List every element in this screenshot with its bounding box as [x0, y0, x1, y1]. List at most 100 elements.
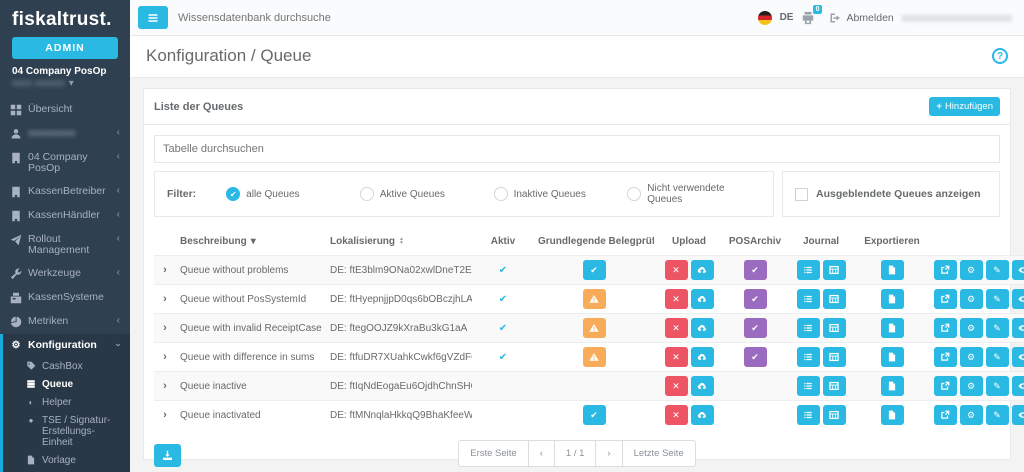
upload-disabled-button[interactable]: ✕ [665, 318, 688, 338]
receipt-validation-ok-button[interactable]: ✔ [583, 405, 606, 425]
hidden-queues-checkbox[interactable] [795, 188, 808, 201]
posarchiv-button[interactable]: ✔ [744, 260, 767, 280]
open-queue-button[interactable] [934, 405, 957, 425]
sidebar-subitem-cashbox[interactable]: CashBox [3, 357, 130, 375]
sidebar-item-rollout-management[interactable]: Rollout Management‹ [0, 228, 130, 262]
export-button[interactable] [881, 347, 904, 367]
upload-disabled-button[interactable]: ✕ [665, 260, 688, 280]
journal-list-button[interactable] [797, 318, 820, 338]
sidebar-item-kassenh-ndler[interactable]: KassenHändler‹ [0, 204, 130, 228]
receipt-validation-warning-button[interactable] [583, 289, 606, 309]
sidebar-item-kassenbetreiber[interactable]: KassenBetreiber‹ [0, 180, 130, 204]
sidebar-subitem-tse-signatur-erstellungs-einheit[interactable]: ●TSE / Signatur-Erstellungs-Einheit [3, 411, 130, 451]
upload-disabled-button[interactable]: ✕ [665, 347, 688, 367]
column-header-beschreibung[interactable]: Beschreibung▾ [176, 227, 326, 256]
view-queue-button[interactable] [1012, 318, 1024, 338]
edit-queue-button[interactable]: ✎ [986, 405, 1009, 425]
help-button[interactable]: ? [992, 48, 1008, 64]
open-queue-button[interactable] [934, 289, 957, 309]
journal-table-button[interactable] [823, 289, 846, 309]
edit-queue-button[interactable]: ✎ [986, 260, 1009, 280]
posarchiv-button[interactable]: ✔ [744, 347, 767, 367]
view-queue-button[interactable] [1012, 260, 1024, 280]
table-search-input[interactable] [154, 135, 1000, 163]
sidebar-subitem-queue[interactable]: Queue [3, 375, 130, 393]
language-label[interactable]: DE [780, 12, 794, 23]
menu-toggle-button[interactable] [138, 6, 168, 29]
column-header-lokalisierung[interactable]: Lokalisierung▲▼ [326, 227, 472, 256]
edit-queue-button[interactable]: ✎ [986, 376, 1009, 396]
sidebar-item-werkzeuge[interactable]: Werkzeuge‹ [0, 262, 130, 286]
sort-icon[interactable]: ▲▼ [399, 237, 404, 246]
german-flag-icon[interactable] [758, 11, 772, 25]
first-page-button[interactable]: Erste Seite [458, 440, 528, 467]
add-queue-button[interactable]: + Hinzufügen [929, 97, 1000, 116]
export-button[interactable] [881, 289, 904, 309]
open-queue-button[interactable] [934, 376, 957, 396]
sidebar-item-kassensysteme[interactable]: KassenSysteme [0, 286, 130, 310]
journal-list-button[interactable] [797, 260, 820, 280]
journal-table-button[interactable] [823, 260, 846, 280]
queue-settings-button[interactable]: ⚙ [960, 289, 983, 309]
row-expander-icon[interactable]: › [163, 264, 167, 276]
edit-queue-button[interactable]: ✎ [986, 347, 1009, 367]
sidebar-item-konfiguration[interactable]: ⚙Konfiguration‹ [3, 334, 130, 357]
export-button[interactable] [881, 318, 904, 338]
upload-button[interactable] [691, 405, 714, 425]
user-menu[interactable]: xxxx xxxxxx ▾ [0, 77, 130, 96]
row-expander-icon[interactable]: › [163, 409, 167, 421]
queue-settings-button[interactable]: ⚙ [960, 405, 983, 425]
filter-radio-aktive-queues[interactable]: Aktive Queues [360, 183, 494, 205]
journal-table-button[interactable] [823, 405, 846, 425]
filter-radio-nicht-verwendete-queues[interactable]: Nicht verwendete Queues [627, 183, 761, 205]
filter-radio-inaktive-queues[interactable]: Inaktive Queues [494, 183, 628, 205]
journal-list-button[interactable] [797, 376, 820, 396]
edit-queue-button[interactable]: ✎ [986, 289, 1009, 309]
knowledgebase-search-input[interactable] [178, 12, 748, 24]
row-expander-icon[interactable]: › [163, 351, 167, 363]
filter-radio-alle-queues[interactable]: ✔alle Queues [226, 183, 360, 205]
sidebar-item-xxxxxxxxx[interactable]: xxxxxxxxx‹ [0, 122, 130, 146]
upload-button[interactable] [691, 318, 714, 338]
journal-table-button[interactable] [823, 376, 846, 396]
receipt-validation-warning-button[interactable] [583, 347, 606, 367]
journal-list-button[interactable] [797, 405, 820, 425]
logout-button[interactable]: Abmelden [829, 12, 893, 24]
open-queue-button[interactable] [934, 318, 957, 338]
download-button[interactable] [154, 444, 181, 467]
upload-button[interactable] [691, 347, 714, 367]
row-expander-icon[interactable]: › [163, 293, 167, 305]
next-page-button[interactable]: › [595, 440, 622, 467]
journal-table-button[interactable] [823, 318, 846, 338]
queue-settings-button[interactable]: ⚙ [960, 318, 983, 338]
queue-settings-button[interactable]: ⚙ [960, 376, 983, 396]
view-queue-button[interactable] [1012, 289, 1024, 309]
upload-button[interactable] [691, 376, 714, 396]
receipt-validation-ok-button[interactable]: ✔ [583, 260, 606, 280]
journal-list-button[interactable] [797, 347, 820, 367]
admin-role-badge[interactable]: ADMIN [12, 37, 118, 59]
last-page-button[interactable]: Letzte Seite [622, 440, 696, 467]
sort-desc-icon[interactable]: ▾ [251, 236, 256, 247]
posarchiv-button[interactable]: ✔ [744, 289, 767, 309]
open-queue-button[interactable] [934, 347, 957, 367]
open-queue-button[interactable] [934, 260, 957, 280]
row-expander-icon[interactable]: › [163, 380, 167, 392]
upload-button[interactable] [691, 260, 714, 280]
row-expander-icon[interactable]: › [163, 322, 167, 334]
export-button[interactable] [881, 405, 904, 425]
print-queue-button[interactable]: 0 [801, 11, 815, 25]
export-button[interactable] [881, 260, 904, 280]
edit-queue-button[interactable]: ✎ [986, 318, 1009, 338]
view-queue-button[interactable] [1012, 405, 1024, 425]
upload-disabled-button[interactable]: ✕ [665, 289, 688, 309]
sidebar-subitem-vorlage[interactable]: Vorlage [3, 451, 130, 469]
sidebar-item-04-company-posop[interactable]: 04 Company PosOp‹ [0, 146, 130, 180]
sidebar-item-metriken[interactable]: Metriken‹ [0, 310, 130, 334]
prev-page-button[interactable]: ‹ [528, 440, 555, 467]
upload-disabled-button[interactable]: ✕ [665, 405, 688, 425]
posarchiv-button[interactable]: ✔ [744, 318, 767, 338]
export-button[interactable] [881, 376, 904, 396]
journal-table-button[interactable] [823, 347, 846, 367]
queue-settings-button[interactable]: ⚙ [960, 260, 983, 280]
